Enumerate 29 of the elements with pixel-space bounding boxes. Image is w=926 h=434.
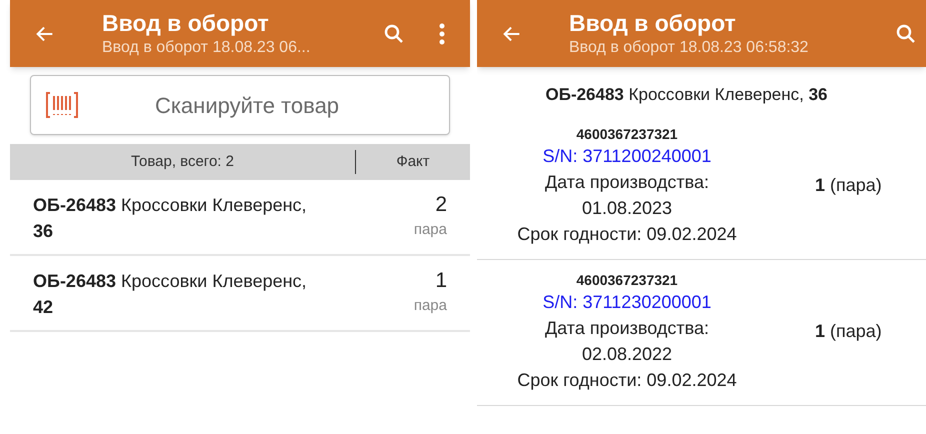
- product-row[interactable]: ОБ-26483 Кроссовки Клеверенс, 36 2 пара: [10, 180, 470, 256]
- item-quantity: 1 (пара): [815, 320, 882, 343]
- product-name: ОБ-26483 Кроссовки Клеверенс, 36: [33, 194, 308, 243]
- unit-label: пара: [414, 220, 447, 240]
- scan-input[interactable]: Сканируйте товар: [79, 88, 435, 122]
- column-header: Факт: [395, 152, 431, 172]
- screen-subtitle: Ввод в оборот 18.08.23 06...: [102, 38, 312, 58]
- column-header: Товар, всего: 2: [130, 152, 235, 172]
- product-name: ОБ-26483 Кроссовки Клеверенс, 42: [33, 270, 308, 319]
- serial-number: S/N: 3711200240001: [542, 144, 712, 168]
- quantity: 2: [435, 192, 447, 218]
- expiry-date: Срок годности: 09.02.2024: [517, 368, 737, 392]
- screen-subtitle: Ввод в оборот 18.08.23 06:58:32: [569, 38, 810, 58]
- barcode-number: 4600367237321: [576, 270, 678, 290]
- product-title: ОБ-26483 Кроссовки Клеверенс, 36: [544, 84, 828, 106]
- barcode-number: 4600367237321: [576, 124, 678, 144]
- unit-label: пара: [414, 296, 447, 316]
- scan-field[interactable]: Сканируйте товар: [30, 75, 450, 135]
- barcode-icon: [45, 91, 79, 119]
- item-quantity: 1 (пара): [815, 174, 882, 197]
- production-date: Дата производства: 01.08.2023: [544, 170, 710, 220]
- product-row[interactable]: ОБ-26483 Кроссовки Клеверенс, 42 1 пара: [10, 256, 470, 332]
- quantity: 1: [435, 268, 447, 294]
- production-date: Дата производства: 02.08.2022: [544, 316, 710, 366]
- screen-title: Ввод в оборот: [102, 8, 270, 36]
- serial-number: S/N: 3711230200001: [542, 290, 712, 314]
- more-icon: [439, 22, 445, 44]
- expiry-date: Срок годности: 09.02.2024: [517, 222, 737, 246]
- screen-title: Ввод в оборот: [569, 8, 737, 36]
